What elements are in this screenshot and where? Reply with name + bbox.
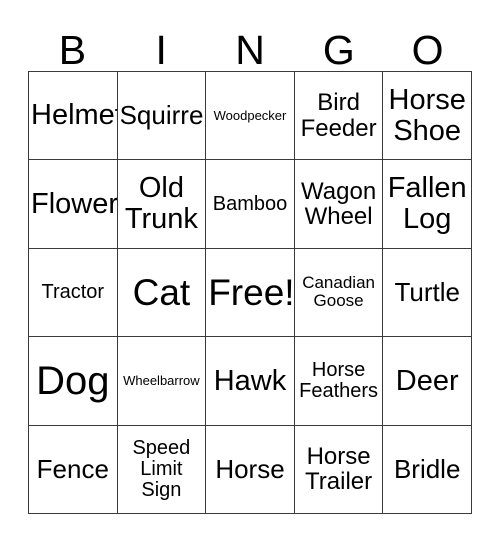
bingo-cell[interactable]: Horse Feathers [294,337,384,426]
bingo-cell[interactable]: Woodpecker [206,72,295,161]
bingo-cell-label: Horse Feathers [299,358,379,402]
bingo-header-letter-o: O [411,27,444,73]
bingo-cell-label: Fallen Log [387,172,467,236]
bingo-header-letter-b: B [58,27,87,73]
bingo-cell[interactable]: Fallen Log [383,160,472,249]
bingo-cell-label: Helmet [31,99,118,132]
bingo-free-space-cell[interactable]: Free! [206,248,295,338]
bingo-cell[interactable]: Wagon Wheel [294,160,384,249]
bingo-cell-label: Deer [395,364,459,397]
bingo-cell-label: Flower [31,187,118,220]
bingo-cell-label: Wagon Wheel [301,177,377,231]
bingo-cell-label: Old Trunk [124,172,198,236]
bingo-cell-label: Cat [132,271,191,313]
bingo-cell-label: Woodpecker [213,107,287,123]
bingo-cell[interactable]: Hawk [206,337,295,426]
bingo-cell[interactable]: Deer [383,337,472,426]
bingo-header-letter-i: I [155,27,167,73]
bingo-cell[interactable]: Wheelbarrow [117,337,207,426]
bingo-header-letter-n: N [235,27,265,73]
bingo-card: B I N G O Helmet Squirrel Woodpecker Bir… [0,0,500,544]
bingo-cell-label: Tractor [41,280,105,303]
bingo-cell[interactable]: Fence [29,425,118,514]
bingo-cell[interactable]: Horse Shoe [383,72,472,161]
bingo-cell-label: Wheelbarrow [123,373,200,388]
bingo-cell[interactable]: Bird Feeder [294,72,384,161]
bingo-cell-label: Bridle [393,453,461,484]
bingo-free-space-label: Free! [208,271,295,313]
bingo-cell[interactable]: Flower [29,160,118,249]
bingo-cell-label: Horse Shoe [388,83,466,147]
bingo-cell-label: Fence [36,453,109,484]
bingo-cell[interactable]: Horse [206,425,295,514]
bingo-cell-label: Horse Trailer [305,442,373,496]
bingo-cell[interactable]: Squirrel [117,72,207,161]
bingo-cell[interactable]: Dog [29,337,118,426]
bingo-cell[interactable]: Tractor [29,248,118,338]
bingo-cell[interactable]: Speed Limit Sign [117,425,207,514]
bingo-cell[interactable]: Bamboo [206,160,295,249]
bingo-cell[interactable]: Old Trunk [117,160,207,249]
bingo-header-row: B I N G O [28,14,472,71]
bingo-grid: Helmet Squirrel Woodpecker Bird Feeder H… [28,71,472,514]
bingo-cell[interactable]: Helmet [29,72,118,161]
bingo-cell[interactable]: Horse Trailer [294,425,384,514]
bingo-cell-label: Hawk [213,364,287,397]
bingo-cell[interactable]: Canadian Goose [294,248,384,338]
bingo-header-letter-g: G [322,27,355,73]
bingo-cell[interactable]: Bridle [383,425,472,514]
bingo-cell-label: Squirrel [119,99,207,130]
bingo-cell-label: Canadian Goose [302,273,375,311]
bingo-cell[interactable]: Turtle [383,248,472,338]
bingo-cell-label: Bamboo [212,192,288,215]
bingo-cell-label: Dog [36,358,110,403]
bingo-cell-label: Bird Feeder [300,89,377,142]
bingo-cell-label: Turtle [394,276,460,307]
bingo-cell[interactable]: Cat [117,248,207,338]
bingo-cell-label: Horse [215,453,285,484]
bingo-cell-label: Speed Limit Sign [132,436,191,501]
